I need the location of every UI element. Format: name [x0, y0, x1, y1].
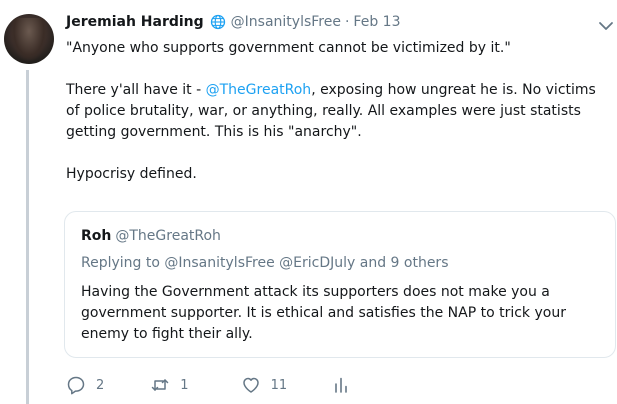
quoted-tweet-text: Having the Government attack its support…	[81, 284, 566, 342]
quoted-author-name: Roh	[81, 228, 112, 244]
like-count: 11	[270, 377, 288, 393]
replying-to: Replying to @InsanitylsFree @EricDJuly a…	[81, 255, 448, 271]
replying-prefix: Replying to	[81, 255, 165, 271]
paragraph-prefix: There y'all have it -	[66, 82, 206, 98]
tweet-header: Jeremiah Harding @InsanitylsFree · Feb 1…	[66, 14, 400, 30]
separator-dot: ·	[344, 14, 350, 30]
chevron-down-icon[interactable]	[598, 18, 614, 34]
author-handle[interactable]: @InsanitylsFree	[231, 14, 341, 30]
globe-icon	[210, 14, 225, 30]
like-button[interactable]: 11	[241, 375, 288, 395]
thread-line	[26, 70, 29, 404]
replying-users[interactable]: @InsanitylsFree @EricDJuly	[164, 255, 355, 271]
reply-count: 2	[96, 377, 105, 393]
tweet-paragraph: There y'all have it - @TheGreatRoh, expo…	[66, 80, 606, 143]
quoted-tweet[interactable]: Roh @TheGreatRoh Replying to @InsanitylsF…	[64, 211, 616, 358]
reply-button[interactable]: 2	[66, 375, 104, 395]
author-name[interactable]: Jeremiah Harding	[66, 14, 204, 30]
mention-link[interactable]: @TheGreatRoh	[206, 82, 312, 98]
replying-suffix[interactable]: and 9 others	[355, 255, 449, 271]
action-bar: 2 1 11	[66, 374, 351, 396]
analytics-button[interactable]	[331, 375, 351, 395]
tweet-text: "Anyone who supports government cannot b…	[66, 38, 606, 185]
tweet-date[interactable]: Feb 13	[353, 14, 400, 30]
retweet-icon	[152, 379, 169, 391]
reply-icon	[67, 376, 85, 395]
heart-icon	[242, 377, 259, 393]
analytics-icon	[335, 377, 347, 393]
retweet-button[interactable]: 1	[150, 375, 189, 395]
quoted-tweet-header: Roh @TheGreatRoh	[81, 228, 221, 244]
tweet-line-quote: "Anyone who supports government cannot b…	[66, 40, 511, 56]
avatar-image	[10, 18, 48, 62]
tweet-line-conclusion: Hypocrisy defined.	[66, 166, 197, 182]
quoted-author-handle: @TheGreatRoh	[115, 228, 221, 244]
retweet-count: 1	[180, 377, 189, 393]
avatar[interactable]	[4, 14, 54, 64]
